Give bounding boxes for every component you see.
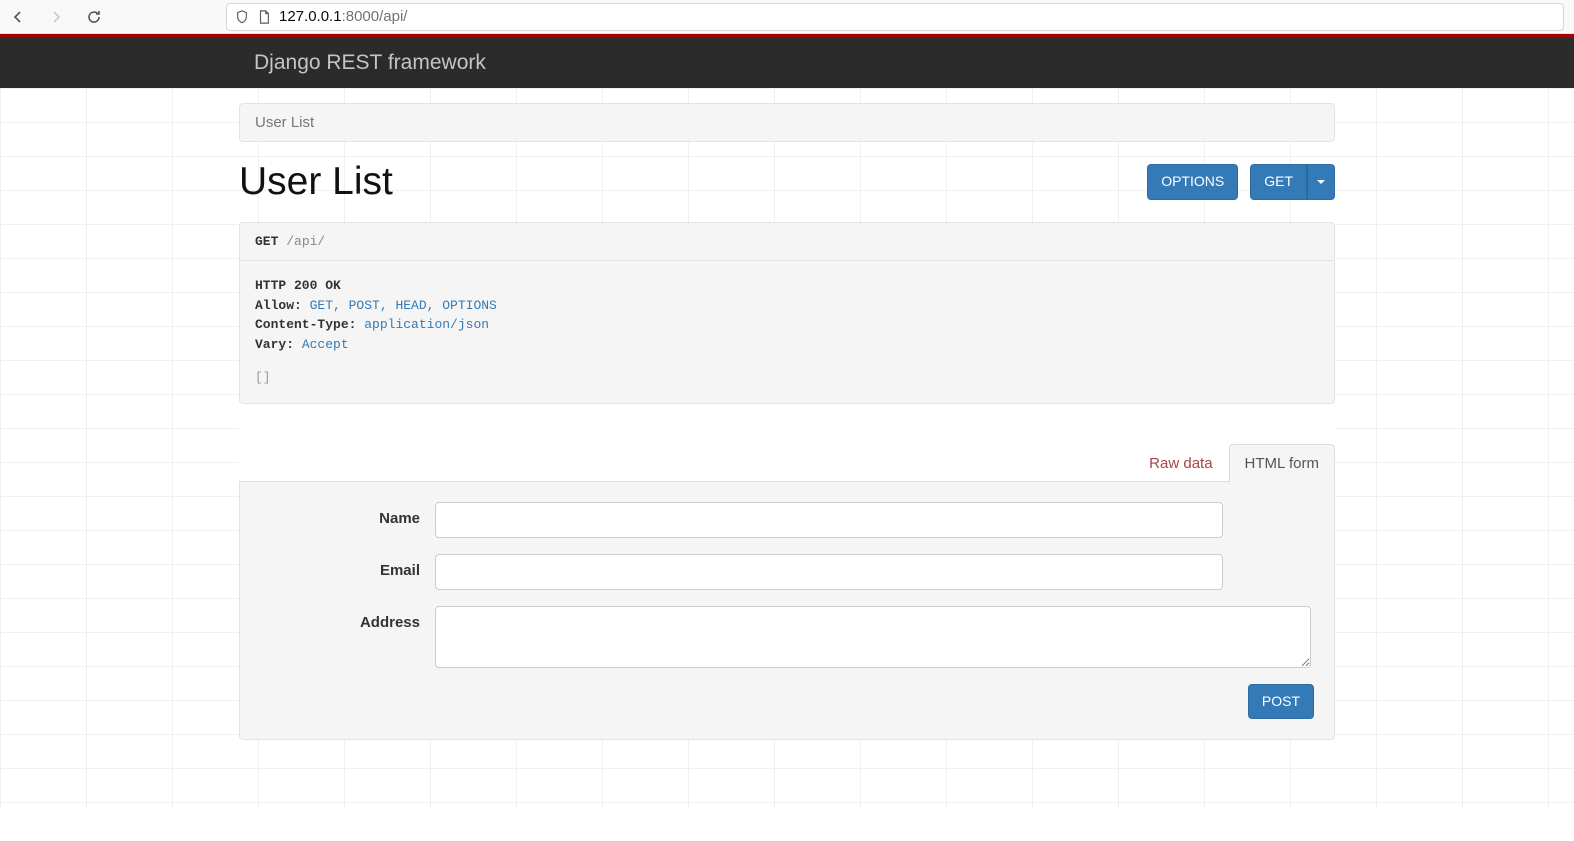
- request-method: GET: [255, 234, 278, 249]
- breadcrumb: User List: [239, 103, 1335, 142]
- tab-html-form[interactable]: HTML form: [1229, 444, 1335, 482]
- header-bar: Django REST framework: [0, 38, 1574, 88]
- tabs: Raw data HTML form: [239, 444, 1335, 482]
- form-row-email: Email: [260, 554, 1314, 590]
- address-field[interactable]: [435, 606, 1311, 668]
- header-key: Vary:: [255, 337, 294, 352]
- brand[interactable]: Django REST framework: [254, 51, 486, 74]
- page-title: User List: [239, 160, 393, 204]
- shield-icon: [235, 10, 249, 24]
- tab-raw-data[interactable]: Raw data: [1133, 444, 1228, 482]
- url-text: 127.0.0.1:8000/api/: [279, 8, 407, 25]
- request-bar: GET /api/: [239, 222, 1335, 261]
- response-body: []: [255, 368, 1319, 388]
- url-host: 127.0.0.1: [279, 8, 342, 25]
- nav-icons: [10, 9, 102, 25]
- header-val: Accept: [302, 337, 349, 352]
- content-area: User List User List OPTIONS GET GET /api…: [0, 88, 1574, 808]
- page-icon: [257, 10, 271, 24]
- browser-toolbar: 127.0.0.1:8000/api/: [0, 0, 1574, 34]
- request-path: /api/: [286, 234, 325, 249]
- reload-icon[interactable]: [86, 9, 102, 25]
- form-row-address: Address: [260, 606, 1314, 668]
- header-val: application/json: [364, 317, 489, 332]
- header-key: Content-Type:: [255, 317, 356, 332]
- form-row-name: Name: [260, 502, 1314, 538]
- get-button[interactable]: GET: [1250, 164, 1307, 200]
- name-label: Name: [260, 502, 435, 527]
- action-buttons: OPTIONS GET: [1147, 164, 1335, 200]
- back-icon[interactable]: [10, 9, 26, 25]
- response-box: HTTP 200 OK Allow: GET, POST, HEAD, OPTI…: [239, 261, 1335, 404]
- address-label: Address: [260, 606, 435, 631]
- url-port: :8000: [342, 8, 380, 25]
- breadcrumb-item[interactable]: User List: [255, 114, 314, 131]
- url-path: /api/: [379, 8, 407, 25]
- options-button[interactable]: OPTIONS: [1147, 164, 1238, 200]
- url-bar[interactable]: 127.0.0.1:8000/api/: [226, 3, 1564, 31]
- chevron-down-icon: [1317, 180, 1325, 184]
- email-field[interactable]: [435, 554, 1223, 590]
- form-panel: Name Email Address POST: [239, 482, 1335, 741]
- form-actions: POST: [260, 684, 1314, 720]
- forward-icon[interactable]: [48, 9, 64, 25]
- get-button-group: GET: [1250, 164, 1335, 200]
- get-dropdown-toggle[interactable]: [1307, 164, 1335, 200]
- header-key: Allow:: [255, 298, 302, 313]
- email-label: Email: [260, 554, 435, 579]
- post-button[interactable]: POST: [1248, 684, 1314, 720]
- header-val: GET, POST, HEAD, OPTIONS: [310, 298, 497, 313]
- name-field[interactable]: [435, 502, 1223, 538]
- response-status: HTTP 200 OK: [255, 278, 341, 293]
